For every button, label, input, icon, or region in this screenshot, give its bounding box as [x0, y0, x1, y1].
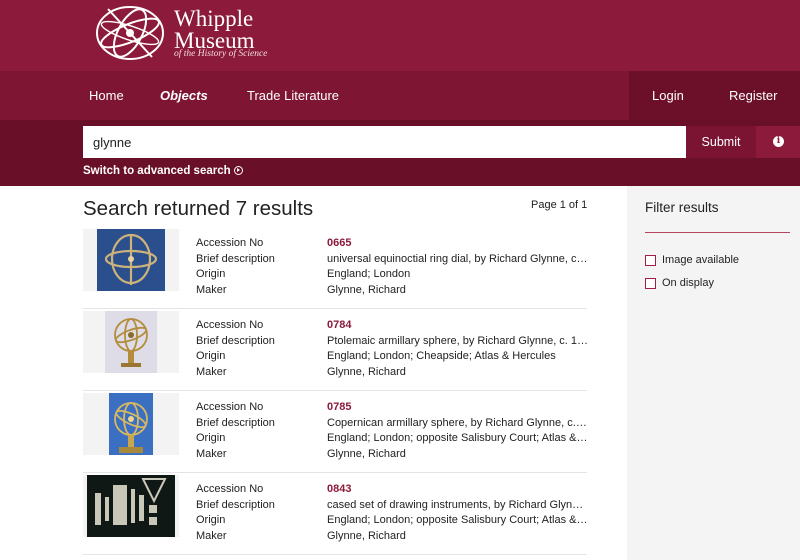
checkbox-icon[interactable] — [645, 278, 656, 289]
account-nav: Login Register — [629, 71, 800, 120]
brief-label: Brief description — [196, 499, 275, 511]
register-link[interactable]: Register — [729, 71, 777, 120]
accession-link[interactable]: 0843 — [327, 483, 589, 495]
maker-value: Glynne, Richard — [327, 530, 406, 542]
origin-label: Origin — [196, 514, 226, 526]
origin-label: Origin — [196, 350, 226, 362]
accession-link[interactable]: 0665 — [327, 237, 589, 249]
brief-label: Brief description — [196, 417, 275, 429]
submit-button[interactable]: Submit — [686, 126, 756, 158]
nav-home[interactable]: Home — [89, 71, 124, 120]
result-thumbnail[interactable] — [83, 229, 179, 291]
site-header: Whipple Museum of the History of Science — [0, 0, 800, 71]
filter-title: Filter results — [645, 200, 719, 215]
brief-value: cased set of drawing instruments, by Ric… — [327, 499, 589, 511]
results-title: Search returned 7 results — [83, 197, 314, 220]
result-item: Accession No Brief description Origin Ma… — [83, 473, 589, 555]
search-input[interactable] — [83, 126, 686, 158]
filter-divider — [645, 232, 790, 233]
maker-label: Maker — [196, 366, 227, 378]
origin-label: Origin — [196, 268, 226, 280]
search-bar: Submit i Switch to advanced search — [0, 120, 800, 186]
result-thumbnail[interactable] — [83, 393, 179, 455]
museum-logo[interactable]: Whipple Museum of the History of Science — [94, 3, 274, 65]
filter-option-label: On display — [662, 277, 714, 289]
maker-value: Glynne, Richard — [327, 366, 406, 378]
checkbox-icon[interactable] — [645, 255, 656, 266]
maker-label: Maker — [196, 448, 227, 460]
drawing-instruments-photo-icon — [87, 475, 175, 537]
origin-value: England; London; Cheapside; Atlas & Herc… — [327, 350, 556, 362]
main-nav: Home Objects Trade Literature Login Regi… — [0, 71, 800, 120]
nav-trade-literature[interactable]: Trade Literature — [247, 71, 339, 120]
arrow-circle-icon — [233, 166, 243, 175]
result-thumbnail[interactable] — [83, 475, 179, 537]
filter-image-available[interactable]: Image available — [645, 254, 790, 268]
accession-label: Accession No — [196, 319, 264, 331]
filter-on-display[interactable]: On display — [645, 277, 790, 291]
filter-option-label: Image available — [662, 254, 740, 266]
maker-label: Maker — [196, 284, 227, 296]
result-thumbnail[interactable] — [83, 311, 179, 373]
origin-value: England; London; opposite Salisbury Cour… — [327, 514, 589, 526]
brief-value: Copernican armillary sphere, by Richard … — [327, 417, 589, 429]
origin-label: Origin — [196, 432, 226, 444]
accession-link[interactable]: 0785 — [327, 401, 589, 413]
advanced-search-label: Switch to advanced search — [83, 165, 231, 177]
nav-objects[interactable]: Objects — [160, 71, 208, 120]
maker-value: Glynne, Richard — [327, 284, 406, 296]
armillary-sphere-photo-icon — [109, 393, 153, 455]
origin-value: England; London; opposite Salisbury Cour… — [327, 432, 589, 444]
logo-tagline: of the History of Science — [174, 49, 268, 59]
maker-label: Maker — [196, 530, 227, 542]
armillary-sphere-photo-icon — [105, 311, 157, 373]
advanced-search-link[interactable]: Switch to advanced search — [83, 165, 243, 177]
armillary-logo-icon — [96, 6, 164, 60]
filter-panel: Filter results Image available On displa… — [627, 186, 800, 560]
page-indicator: Page 1 of 1 — [531, 199, 588, 211]
result-item: Accession No Brief description Origin Ma… — [83, 391, 589, 473]
brief-value: Ptolemaic armillary sphere, by Richard G… — [327, 335, 589, 347]
accession-label: Accession No — [196, 483, 264, 495]
logo-title-line1: Whipple — [174, 6, 254, 31]
info-icon: i — [773, 136, 784, 147]
brief-label: Brief description — [196, 335, 275, 347]
brief-label: Brief description — [196, 253, 275, 265]
result-item: Accession No Brief description Origin Ma… — [83, 227, 589, 309]
maker-value: Glynne, Richard — [327, 448, 406, 460]
result-item: Accession No Brief description Origin Ma… — [83, 309, 589, 391]
accession-link[interactable]: 0784 — [327, 319, 589, 331]
accession-label: Accession No — [196, 237, 264, 249]
brief-value: universal equinoctial ring dial, by Rich… — [327, 253, 589, 265]
origin-value: England; London — [327, 268, 411, 280]
login-link[interactable]: Login — [652, 71, 684, 120]
accession-label: Accession No — [196, 401, 264, 413]
ring-dial-photo-icon — [97, 229, 165, 291]
info-button[interactable]: i — [756, 126, 800, 158]
